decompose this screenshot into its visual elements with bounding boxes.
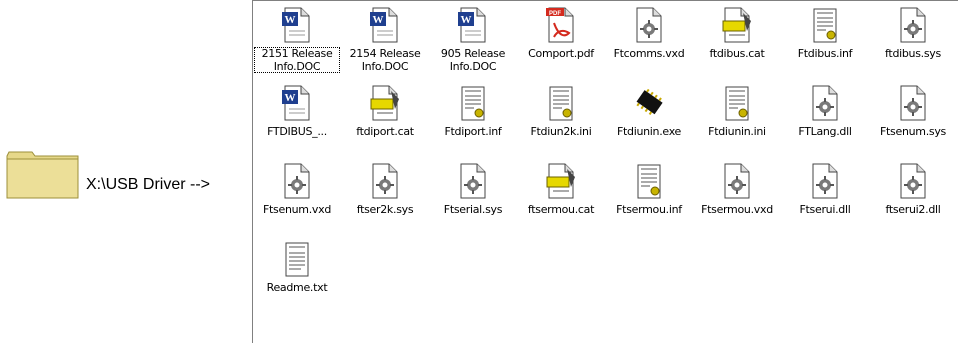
file-item[interactable]: W 2154 Release Info.DOC xyxy=(341,5,429,83)
file-item[interactable]: ftserui2.dll xyxy=(869,161,957,239)
setup-info-icon[interactable] xyxy=(809,7,841,43)
svg-text:W: W xyxy=(461,14,472,26)
word-doc-icon[interactable]: W xyxy=(281,7,313,43)
usb-driver-folder-link[interactable]: X:\USB Driver --> xyxy=(6,150,250,200)
file-name-label[interactable]: Ftdibus.inf xyxy=(782,47,868,60)
svg-text:W: W xyxy=(285,92,296,104)
file-item[interactable]: Ftserial.sys xyxy=(429,161,517,239)
word-doc-icon[interactable]: W xyxy=(369,7,401,43)
word-doc-icon[interactable]: W xyxy=(281,85,313,121)
file-name-label[interactable]: Ftsenum.sys xyxy=(870,125,956,138)
file-name-label[interactable]: FTDIBUS_... xyxy=(254,125,340,138)
system-file-icon[interactable] xyxy=(369,163,401,199)
file-name-label[interactable]: Ftsermou.vxd xyxy=(694,203,780,216)
file-item[interactable]: W 2151 Release Info.DOC xyxy=(253,5,341,83)
file-name-label[interactable]: Ftsenum.vxd xyxy=(254,203,340,216)
file-name-label[interactable]: ftsermou.cat xyxy=(518,203,604,216)
system-file-icon[interactable] xyxy=(721,163,753,199)
security-catalog-icon[interactable] xyxy=(545,163,577,199)
file-name-label[interactable]: Comport.pdf xyxy=(518,47,604,60)
file-item[interactable]: Ftsermou.inf xyxy=(605,161,693,239)
file-item[interactable]: FTLang.dll xyxy=(781,83,869,161)
setup-info-icon[interactable] xyxy=(721,85,753,121)
svg-text:W: W xyxy=(373,14,384,26)
file-name-label[interactable]: FTLang.dll xyxy=(782,125,868,138)
file-name-label[interactable]: Ftdiport.inf xyxy=(430,125,516,138)
text-doc-icon[interactable] xyxy=(281,241,313,277)
file-name-label[interactable]: 905 Release Info.DOC xyxy=(430,47,516,73)
file-name-label[interactable]: Ftdiunin.exe xyxy=(606,125,692,138)
pdf-icon[interactable]: PDF xyxy=(545,7,577,43)
chip-exe-icon[interactable] xyxy=(633,85,665,121)
file-grid: W 2151 Release Info.DOC W 2154 Release Info… xyxy=(253,5,957,317)
file-name-label[interactable]: ftdibus.cat xyxy=(694,47,780,60)
file-list-pane: W 2151 Release Info.DOC W 2154 Release Info… xyxy=(252,0,958,343)
file-item[interactable]: Ftdiunin.ini xyxy=(693,83,781,161)
security-catalog-icon[interactable] xyxy=(369,85,401,121)
file-item[interactable]: Ftsenum.vxd xyxy=(253,161,341,239)
file-item[interactable]: Ftdiport.inf xyxy=(429,83,517,161)
svg-text:W: W xyxy=(285,14,296,26)
file-item[interactable]: Ftdiunin.exe xyxy=(605,83,693,161)
system-file-icon[interactable] xyxy=(281,163,313,199)
file-name-label[interactable]: Ftdiunin.ini xyxy=(694,125,780,138)
file-name-label[interactable]: Ftserui.dll xyxy=(782,203,868,216)
file-name-label[interactable]: ftserui2.dll xyxy=(870,203,956,216)
file-name-label[interactable]: Ftsermou.inf xyxy=(606,203,692,216)
file-item[interactable]: W FTDIBUS_... xyxy=(253,83,341,161)
file-name-label[interactable]: 2154 Release Info.DOC xyxy=(342,47,428,73)
file-item[interactable]: ftdibus.cat xyxy=(693,5,781,83)
file-item[interactable]: Ftsenum.sys xyxy=(869,83,957,161)
file-item[interactable]: ftdibus.sys xyxy=(869,5,957,83)
file-item[interactable]: W 905 Release Info.DOC xyxy=(429,5,517,83)
folder-icon[interactable] xyxy=(6,150,80,200)
security-catalog-icon[interactable] xyxy=(721,7,753,43)
file-name-label[interactable]: ftdiport.cat xyxy=(342,125,428,138)
file-item[interactable]: Ftsermou.vxd xyxy=(693,161,781,239)
setup-info-icon[interactable] xyxy=(633,163,665,199)
setup-info-icon[interactable] xyxy=(457,85,489,121)
file-item[interactable]: PDF Comport.pdf xyxy=(517,5,605,83)
file-name-label[interactable]: Ftdiun2k.ini xyxy=(518,125,604,138)
system-file-icon[interactable] xyxy=(809,85,841,121)
file-name-label[interactable]: 2151 Release Info.DOC xyxy=(254,47,340,73)
file-item[interactable]: ftser2k.sys xyxy=(341,161,429,239)
file-item[interactable]: Ftdiun2k.ini xyxy=(517,83,605,161)
system-file-icon[interactable] xyxy=(897,7,929,43)
file-item[interactable]: ftdiport.cat xyxy=(341,83,429,161)
system-file-icon[interactable] xyxy=(809,163,841,199)
file-name-label[interactable]: ftdibus.sys xyxy=(870,47,956,60)
file-item[interactable]: Ftcomms.vxd xyxy=(605,5,693,83)
file-item[interactable]: Readme.txt xyxy=(253,239,341,317)
setup-info-icon[interactable] xyxy=(545,85,577,121)
file-name-label[interactable]: Ftcomms.vxd xyxy=(606,47,692,60)
svg-text:PDF: PDF xyxy=(549,11,561,17)
file-item[interactable]: Ftdibus.inf xyxy=(781,5,869,83)
folder-label[interactable]: X:\USB Driver --> xyxy=(86,176,210,194)
system-file-icon[interactable] xyxy=(897,85,929,121)
system-file-icon[interactable] xyxy=(457,163,489,199)
word-doc-icon[interactable]: W xyxy=(457,7,489,43)
system-file-icon[interactable] xyxy=(897,163,929,199)
file-name-label[interactable]: ftser2k.sys xyxy=(342,203,428,216)
file-name-label[interactable]: Ftserial.sys xyxy=(430,203,516,216)
file-item[interactable]: ftsermou.cat xyxy=(517,161,605,239)
file-item[interactable]: Ftserui.dll xyxy=(781,161,869,239)
system-file-icon[interactable] xyxy=(633,7,665,43)
file-name-label[interactable]: Readme.txt xyxy=(254,281,340,294)
